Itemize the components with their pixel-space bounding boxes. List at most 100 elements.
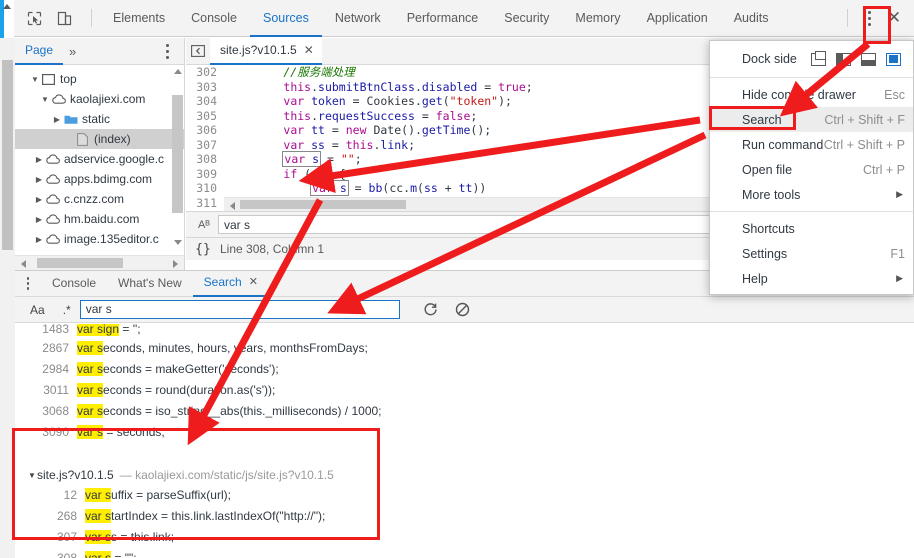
tree-item-hm-baidu[interactable]: ▶ hm.baidu.com <box>15 209 184 229</box>
scroll-left-arrow-icon[interactable] <box>230 202 235 210</box>
drawer-menu-kebab-icon[interactable] <box>15 271 41 297</box>
drawer-tab-search[interactable]: Search ✕ <box>192 270 269 297</box>
twisty-icon[interactable]: ▶ <box>33 195 45 204</box>
console-drawer: Console What's New Search ✕ ✕ Aa .* var … <box>15 270 914 558</box>
result-line-number: 2867 <box>42 341 69 355</box>
twisty-icon[interactable]: ▶ <box>33 235 45 244</box>
sidebar-more-tabs-icon[interactable]: » <box>63 44 82 59</box>
twisty-icon[interactable]: ▼ <box>29 75 41 84</box>
twisty-icon[interactable]: ▶ <box>51 115 63 124</box>
show-navigator-icon[interactable] <box>186 38 210 65</box>
navigator-menu-kebab-icon[interactable] <box>156 39 178 63</box>
page-scrollbar[interactable] <box>0 38 16 558</box>
search-result-row[interactable]: 2867 var seconds, minutes, hours, years,… <box>15 338 914 359</box>
tab-network[interactable]: Network <box>322 0 394 37</box>
editor-tab-site-js[interactable]: site.js?v10.1.5 ✕ <box>210 37 322 65</box>
scroll-left-arrow-icon[interactable] <box>21 260 26 268</box>
menu-item-run-command[interactable]: Run command Ctrl + Shift + P <box>710 132 913 157</box>
scroll-right-arrow-icon[interactable] <box>173 260 178 268</box>
tab-elements[interactable]: Elements <box>100 0 178 37</box>
menu-item-more-tools[interactable]: More tools ▶ <box>710 182 913 207</box>
menu-item-shortcuts[interactable]: Shortcuts <box>710 216 913 241</box>
search-result-row[interactable]: 2984 var seconds = makeGetter('seconds')… <box>15 359 914 380</box>
search-result-row[interactable]: 268 var startIndex = this.link.lastIndex… <box>15 506 914 527</box>
twisty-icon[interactable]: ▶ <box>33 175 45 184</box>
search-result-row[interactable]: 12 var suffix = parseSuffix(url); <box>15 485 914 506</box>
close-icon[interactable]: ✕ <box>304 38 314 63</box>
scroll-up-arrow-icon[interactable] <box>3 4 11 9</box>
line-content: var s = ""; <box>224 151 362 167</box>
code-token: false <box>435 108 471 123</box>
tab-memory[interactable]: Memory <box>562 0 633 37</box>
search-result-row[interactable]: 3090 var s = seconds; <box>15 422 914 443</box>
menu-item-hide-console-drawer[interactable]: Hide console drawer Esc <box>710 82 913 107</box>
search-results[interactable]: 1483 var sign = ''; 2867 var seconds, mi… <box>15 324 914 558</box>
sidebar-scrollbar-thumb[interactable] <box>172 95 183 213</box>
tab-security[interactable]: Security <box>491 0 562 37</box>
tree-item-static[interactable]: ▶ static <box>15 109 184 129</box>
tab-application[interactable]: Application <box>634 0 721 37</box>
search-result-row[interactable]: 3068 var seconds = iso_string__abs(this.… <box>15 401 914 422</box>
editor-find-input[interactable]: var s <box>218 215 744 234</box>
tree-item-adservice[interactable]: ▶ adservice.google.c <box>15 149 184 169</box>
tree-item-index[interactable]: (index) <box>15 129 184 149</box>
close-icon[interactable]: ✕ <box>249 270 258 295</box>
sidebar-scroll-up-arrow-icon[interactable] <box>174 69 182 74</box>
tree-item-image-135editor[interactable]: ▶ image.135editor.c <box>15 229 184 249</box>
sidebar-vertical-scrollbar[interactable] <box>172 95 183 245</box>
result-rest: tartIndex = this.link.lastIndexOf("http:… <box>111 509 326 523</box>
chevron-right-icon: ▶ <box>896 273 903 283</box>
search-regex-toggle[interactable]: .* <box>54 303 80 317</box>
menu-item-open-file[interactable]: Open file Ctrl + P <box>710 157 913 182</box>
search-result-row[interactable]: 3011 var seconds = round(duration.as('s'… <box>15 380 914 401</box>
search-result-row[interactable]: 308 var s = ""; <box>15 548 914 558</box>
search-result-row[interactable]: 307 var ss = this.link; <box>15 527 914 548</box>
inspect-element-icon[interactable] <box>23 7 45 29</box>
cloud-icon <box>45 172 60 186</box>
tree-item-cnzz[interactable]: ▶ c.cnzz.com <box>15 189 184 209</box>
search-result-file-header[interactable]: ▼ site.js?v10.1.5 — kaolajiexi.com/stati… <box>15 465 914 485</box>
tab-performance[interactable]: Performance <box>394 0 492 37</box>
menu-item-help[interactable]: Help ▶ <box>710 266 913 291</box>
menu-item-settings[interactable]: Settings F1 <box>710 241 913 266</box>
refresh-icon[interactable] <box>422 301 440 319</box>
dock-bottom-icon[interactable] <box>861 52 876 66</box>
sidebar-scroll-down-arrow-icon[interactable] <box>174 240 182 245</box>
line-number: 309 <box>186 166 224 181</box>
menu-item-search[interactable]: Search Ctrl + Shift + F <box>710 107 913 132</box>
pretty-print-icon[interactable]: {} <box>186 242 220 257</box>
twisty-icon[interactable]: ▼ <box>27 471 37 480</box>
tree-item-top[interactable]: ▼ top <box>15 69 184 89</box>
clear-icon[interactable] <box>454 301 472 319</box>
twisty-icon[interactable]: ▼ <box>39 95 51 104</box>
sidebar-horizontal-scrollbar[interactable] <box>15 255 184 270</box>
editor-hscroll-thumb[interactable] <box>240 200 406 209</box>
twisty-icon[interactable]: ▶ <box>33 215 45 224</box>
tree-item-apps-bdimg[interactable]: ▶ apps.bdimg.com <box>15 169 184 189</box>
dock-right-icon[interactable] <box>886 52 901 66</box>
menu-item-label: Help <box>742 271 768 286</box>
navigator-header: Page » <box>15 38 184 65</box>
drawer-tab-whats-new[interactable]: What's New <box>107 271 193 297</box>
close-devtools-icon[interactable]: ✕ <box>882 6 906 30</box>
twisty-icon[interactable]: ▶ <box>33 155 45 164</box>
tree-item-kaolajiexi[interactable]: ▼ kaolajiexi.com <box>15 89 184 109</box>
search-match-case-toggle[interactable]: Aa <box>21 303 54 317</box>
tab-console[interactable]: Console <box>178 0 250 37</box>
tab-audits[interactable]: Audits <box>721 0 782 37</box>
result-line-number: 2984 <box>42 362 69 376</box>
page-scrollbar-thumb[interactable] <box>2 60 13 250</box>
drawer-tab-console[interactable]: Console <box>41 271 107 297</box>
undock-window-icon[interactable] <box>811 50 826 66</box>
main-menu-kebab-icon[interactable] <box>858 6 880 30</box>
result-line-number: 3011 <box>43 383 69 397</box>
tab-sources[interactable]: Sources <box>249 0 322 37</box>
drawer-search-input[interactable]: var s <box>79 300 400 319</box>
sidebar-tab-page[interactable]: Page <box>15 38 64 65</box>
line-content: var ss = this.link; <box>224 138 415 153</box>
dock-left-icon[interactable] <box>836 52 851 66</box>
search-result-row[interactable]: 1483 var sign = ''; <box>15 324 914 338</box>
sidebar-hscroll-thumb[interactable] <box>37 258 123 268</box>
device-toolbar-icon[interactable] <box>53 7 75 29</box>
